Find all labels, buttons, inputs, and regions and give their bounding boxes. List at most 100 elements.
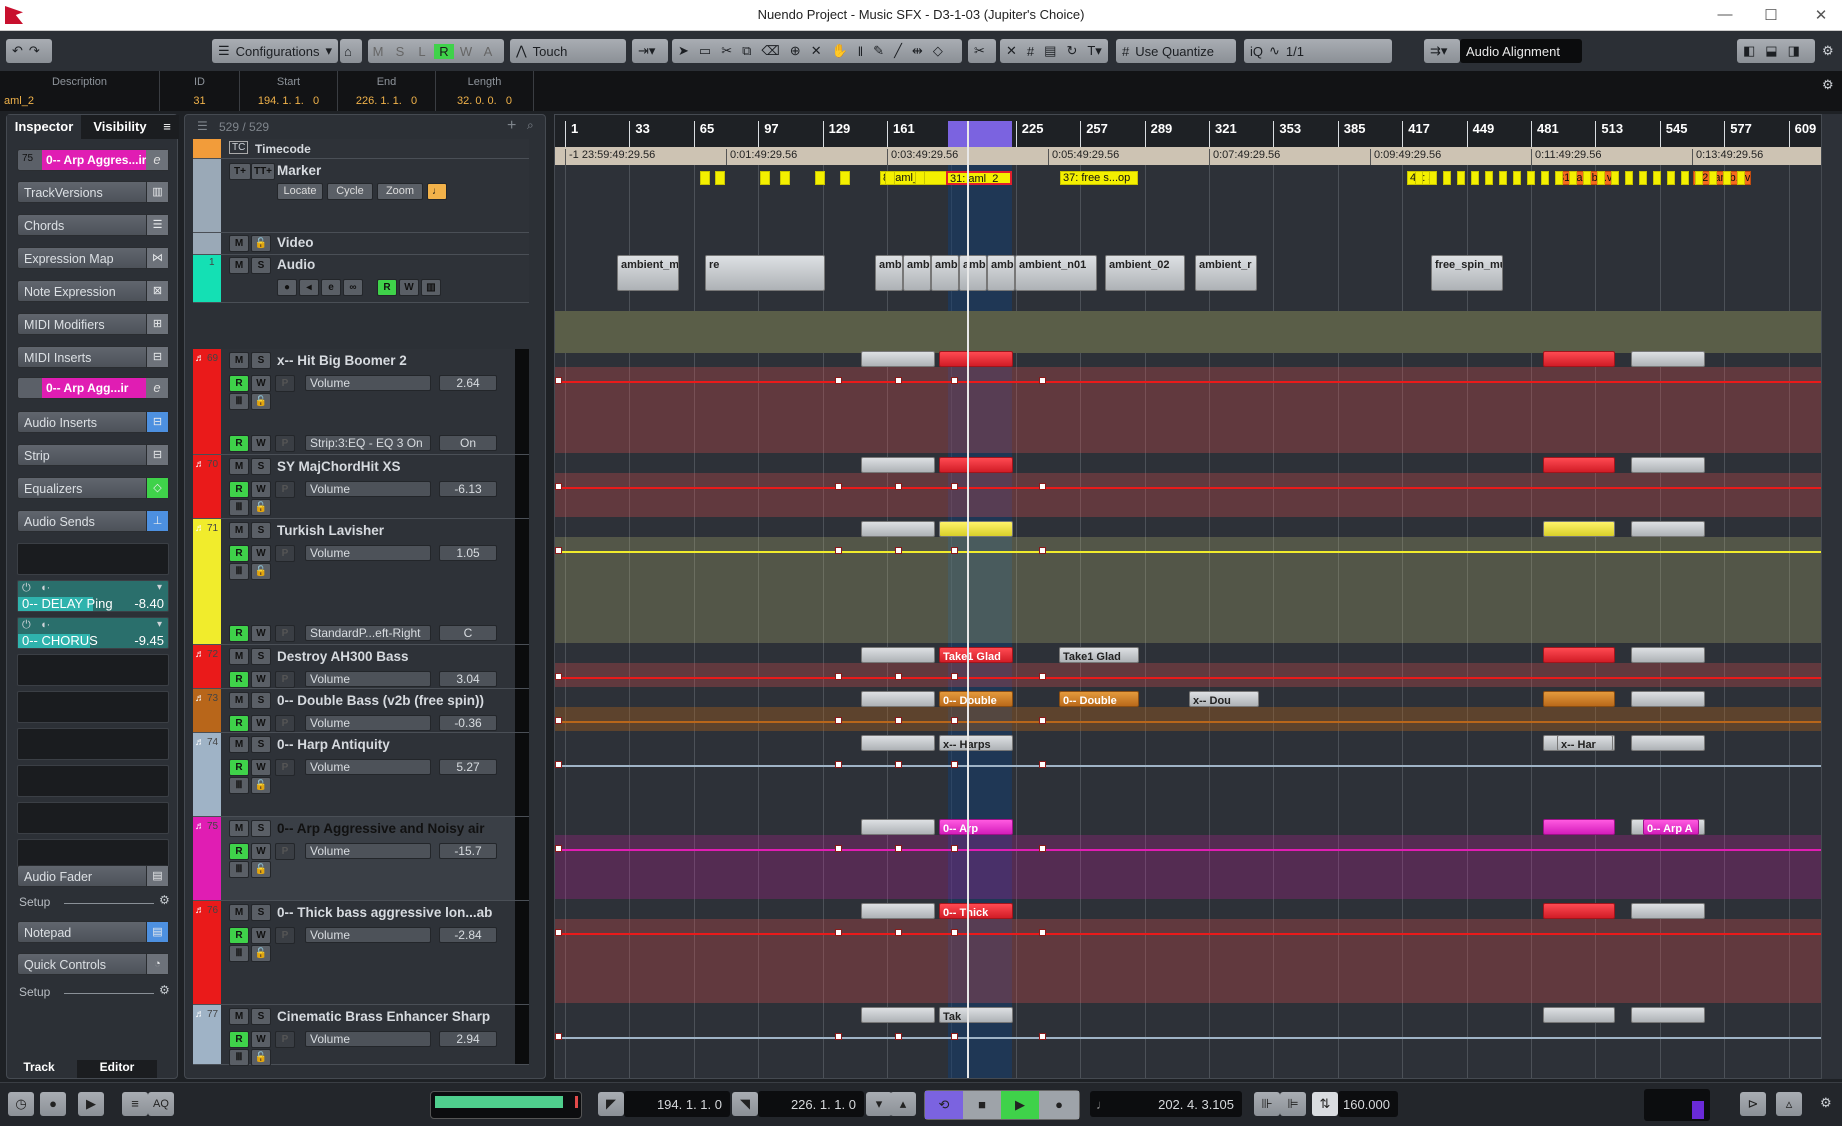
marker-event[interactable]: 37: free s...op <box>1060 171 1138 185</box>
track-row[interactable]: ♬ 70 M S SY MajChordHit XS R W P Volume -6.13 Ⅲ 🔓 <box>193 455 529 519</box>
midi-event[interactable] <box>1543 903 1615 919</box>
left-locator-display[interactable]: 194. 1. 1. 0 <box>624 1091 730 1117</box>
write-automation-button[interactable]: W <box>251 671 271 688</box>
write-automation-button[interactable]: W <box>251 375 271 392</box>
marker-event[interactable]: 31: aml_2 <box>946 171 1012 185</box>
snap-icon[interactable]: ✕ <box>1006 43 1017 59</box>
stop-button[interactable]: ■ <box>963 1091 1001 1119</box>
midi-event[interactable] <box>1543 457 1615 473</box>
marker-event[interactable] <box>1653 171 1661 185</box>
erase-tool-icon[interactable]: ⌫ <box>761 43 779 59</box>
midi-event[interactable]: x-- Har <box>1557 735 1613 751</box>
automation-curve[interactable] <box>555 765 1821 767</box>
automation-mode-dropdown[interactable]: ⋀ Touch <box>510 39 626 63</box>
iq-button[interactable]: iQ <box>1250 44 1263 59</box>
lock-icon[interactable]: 🔓 <box>251 499 271 516</box>
automation-parameter[interactable]: Volume <box>305 545 431 561</box>
tab-track[interactable]: Track <box>7 1060 71 1078</box>
automation-node[interactable] <box>895 547 902 554</box>
automation-node[interactable] <box>951 547 958 554</box>
inspector-section-audio-sends[interactable]: Audio Sends ⊥ <box>17 510 169 532</box>
lanes-button[interactable]: Ⅲ <box>229 499 249 516</box>
audio-event[interactable]: ambient_02 <box>1105 255 1185 291</box>
read-automation-button[interactable]: R <box>229 1031 249 1048</box>
automation-parameter[interactable]: Volume <box>305 759 431 775</box>
automation-parameter[interactable]: Volume <box>305 481 431 497</box>
right-locator-button[interactable]: ◥ <box>732 1092 758 1116</box>
midi-event[interactable] <box>1631 1007 1705 1023</box>
transport-settings-gear-icon[interactable]: ⚙ <box>1820 1095 1832 1111</box>
mslrwa-a-button[interactable]: A <box>478 44 498 59</box>
record-mode-button[interactable]: ● <box>40 1092 66 1116</box>
midi-event[interactable]: x-- Harps <box>939 735 1013 751</box>
automation-node[interactable] <box>951 845 958 852</box>
marker-event[interactable] <box>1457 171 1465 185</box>
mslrwa-m-button[interactable]: M <box>368 44 388 59</box>
midi-event[interactable]: x-- Dou <box>1189 691 1259 707</box>
p-button[interactable]: P <box>275 927 295 944</box>
tab-editor[interactable]: Editor <box>77 1060 157 1078</box>
lanes-button[interactable]: ▥ <box>421 279 441 296</box>
marker-event[interactable] <box>885 171 895 185</box>
inspector-section-strip[interactable]: Strip ⊟ <box>17 444 169 466</box>
automation-parameter[interactable]: Volume <box>305 843 431 859</box>
solo-button[interactable]: S <box>251 257 271 274</box>
prepost-icon[interactable]: ◖· <box>40 582 50 594</box>
bar-ruler[interactable]: 1336597129161193225257289321353385417449… <box>555 115 1821 147</box>
mslrwa-w-button[interactable]: W <box>456 44 476 59</box>
mute-button[interactable]: M <box>229 692 249 709</box>
automation-curve[interactable] <box>555 849 1821 851</box>
link-button[interactable]: ∞ <box>343 279 363 296</box>
midi-event[interactable] <box>1543 1007 1615 1023</box>
midi-event[interactable]: 0-- Double <box>1059 691 1139 707</box>
mute-tool-icon[interactable]: ✕ <box>811 43 822 59</box>
solo-button[interactable]: S <box>251 820 271 837</box>
infoline-settings-gear-icon[interactable]: ⚙ <box>1822 77 1834 93</box>
read-automation-button[interactable]: R <box>229 927 249 944</box>
track-name[interactable]: SY MajChordHit XS <box>277 459 401 474</box>
automation-node[interactable] <box>951 717 958 724</box>
audio-event[interactable]: amb <box>987 255 1015 291</box>
mute-button[interactable]: M <box>229 352 249 369</box>
audio-alignment-display[interactable]: Audio Alignment <box>1460 39 1582 63</box>
automation-node[interactable] <box>1039 929 1046 936</box>
track-row[interactable]: ♬ 69 M Sx-- Hit Big Boomer 2 R W P Volume 2.64 Ⅲ 🔓… <box>193 349 529 455</box>
automation-node[interactable] <box>895 929 902 936</box>
info-description[interactable]: Description aml_2 <box>0 71 160 111</box>
automation-node[interactable] <box>835 1033 842 1040</box>
right-zone-icon[interactable]: ◨ <box>1788 43 1800 59</box>
mute-button[interactable]: M <box>229 1008 249 1025</box>
track-name[interactable]: 0-- Arp Aggressive and Noisy air <box>277 821 485 836</box>
prepost-icon[interactable]: ◖· <box>40 619 50 631</box>
midi-event[interactable] <box>861 819 935 835</box>
automation-node[interactable] <box>835 845 842 852</box>
comp-tool-icon[interactable]: ‖ <box>858 44 863 59</box>
p-button[interactable]: P <box>275 545 295 562</box>
metronome-button[interactable]: ▵ <box>1776 1092 1802 1116</box>
midi-event[interactable] <box>861 903 935 919</box>
grid-type-icon[interactable]: ▤ <box>1044 43 1056 59</box>
marker-locate-button[interactable]: Locate <box>277 183 323 200</box>
automation-node[interactable] <box>555 547 562 554</box>
gear-icon[interactable]: ⚙ <box>159 983 170 997</box>
track-name[interactable]: 0-- Thick bass aggressive lon...ab <box>277 905 492 920</box>
split-tool-icon[interactable]: ✂ <box>721 43 732 59</box>
midi-event[interactable] <box>861 691 935 707</box>
marker-event[interactable] <box>1485 171 1493 185</box>
read-automation-button[interactable]: R <box>229 625 249 642</box>
add-cycle-marker-button[interactable]: TT+ <box>251 163 275 180</box>
midi-event[interactable]: Take1 Glad <box>1059 647 1139 663</box>
automation-curve[interactable] <box>555 677 1821 679</box>
write-automation-button[interactable]: W <box>251 715 271 732</box>
zoom-tool-icon[interactable]: ⊕ <box>790 43 801 59</box>
midi-event[interactable] <box>1543 351 1615 367</box>
marker-event[interactable] <box>1625 171 1633 185</box>
nudge-left-button[interactable]: ⊪ <box>1254 1092 1280 1116</box>
inspector-section-expression-map[interactable]: Expression Map ⋈ <box>17 247 169 269</box>
automation-node[interactable] <box>555 845 562 852</box>
midi-event[interactable]: 0-- Arp A <box>1643 819 1699 835</box>
lock-icon[interactable]: 🔓 <box>251 777 271 794</box>
read-automation-button[interactable]: R <box>229 481 249 498</box>
automation-node[interactable] <box>555 673 562 680</box>
marker-event[interactable] <box>1443 171 1451 185</box>
